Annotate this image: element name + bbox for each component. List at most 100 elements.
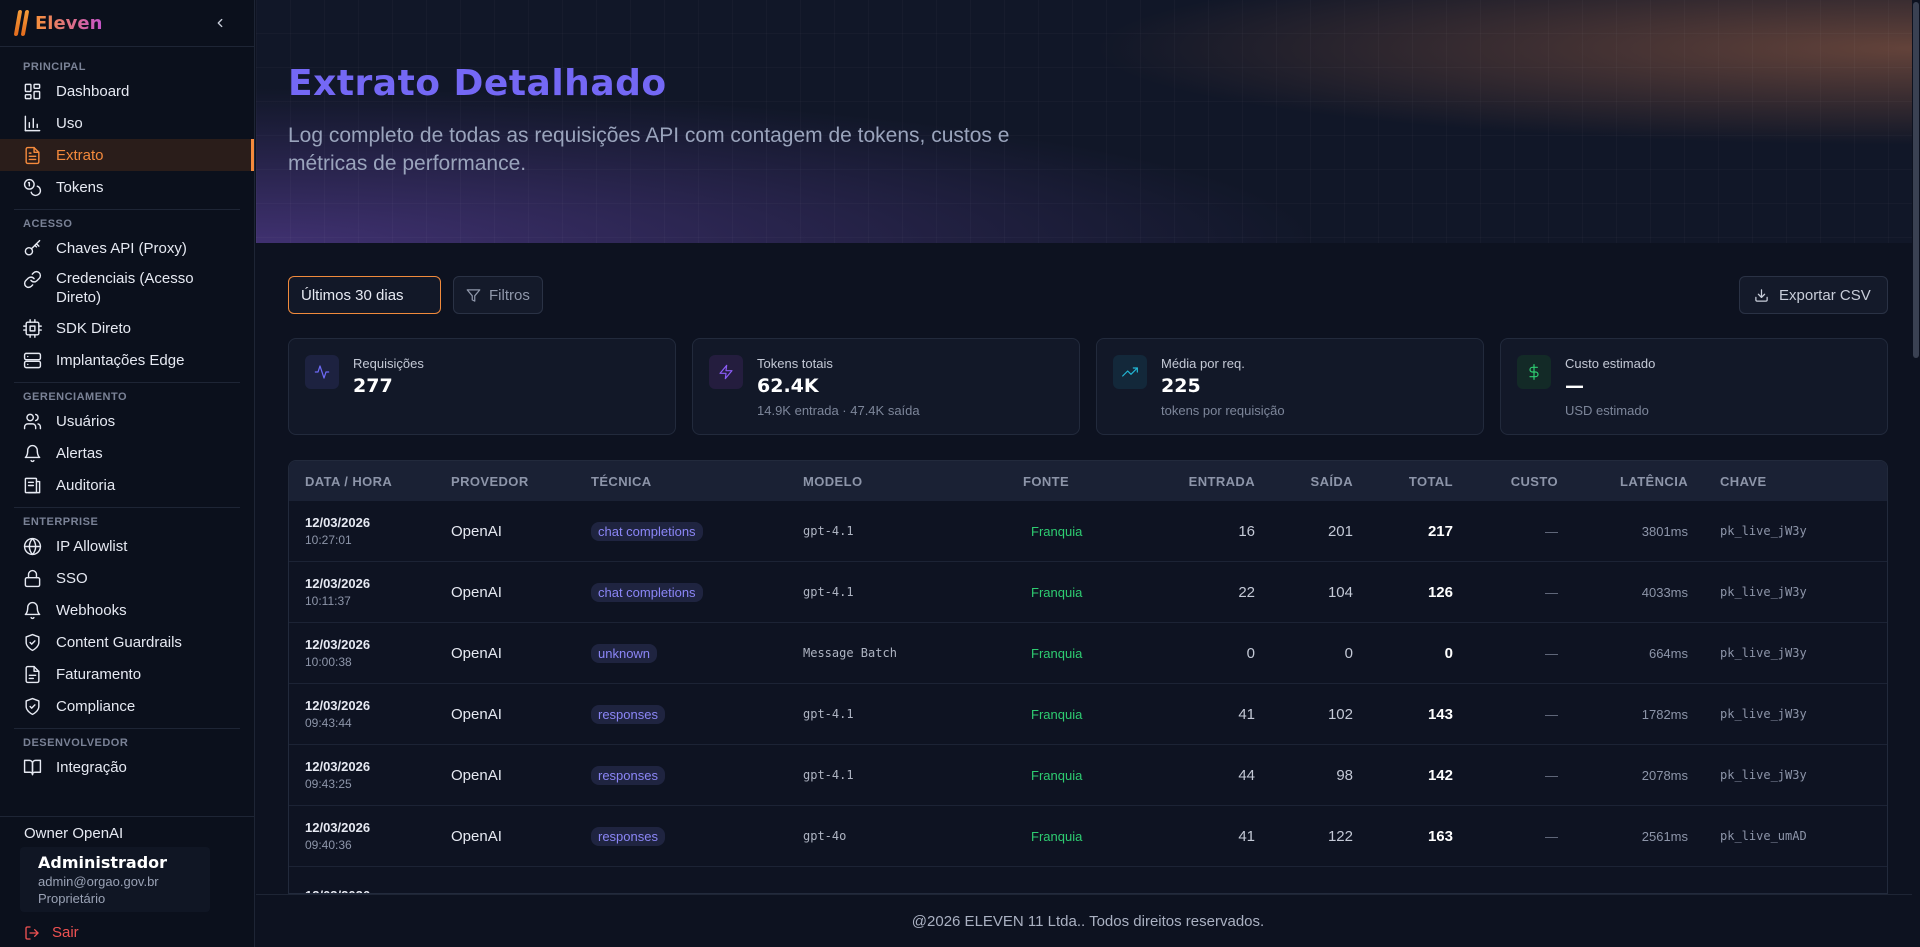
col-cost[interactable]: CUSTO [1453, 474, 1558, 489]
table-row[interactable]: 12/03/2026 10:00:38 OpenAI unknown Message B… [289, 623, 1887, 684]
sidebar-item-label: Tokens [56, 178, 104, 196]
export-csv-button[interactable]: Exportar CSV [1739, 276, 1888, 314]
sidebar-item-sso[interactable]: SSO [0, 562, 254, 594]
bell-icon [22, 600, 42, 620]
cell-key: pk_live_jW3y [1720, 524, 1807, 538]
cell-time: 09:43:25 [305, 777, 352, 791]
cell-cost: — [1545, 584, 1558, 600]
cell-output: 98 [1336, 766, 1353, 784]
sidebar-item-auditoria[interactable]: Auditoria [0, 469, 254, 501]
users-icon [22, 411, 42, 431]
document-icon [22, 145, 42, 165]
sidebar-item-label: Faturamento [56, 665, 142, 683]
download-icon [1754, 288, 1769, 303]
sidebar-item-label: Alertas [56, 444, 103, 462]
sidebar-item-tokens[interactable]: Tokens [0, 171, 254, 203]
col-input[interactable]: ENTRADA [1143, 474, 1255, 489]
sidebar-item-extrato[interactable]: Extrato [0, 139, 254, 171]
col-model[interactable]: MODELO [803, 474, 1023, 489]
cell-latency: 2561ms [1641, 828, 1688, 844]
sidebar-item-dashboard[interactable]: Dashboard [0, 75, 254, 107]
cell-latency: 1782ms [1641, 706, 1688, 722]
table-header: DATA / HORA PROVEDOR TÉCNICA MODELO FONT… [289, 461, 1887, 501]
sidebar-item-compliance[interactable]: Compliance [0, 690, 254, 722]
sidebar-item-label: Dashboard [56, 82, 130, 100]
nav-divider [14, 209, 240, 210]
stat-value: 277 [353, 375, 393, 397]
collapse-sidebar-button[interactable] [210, 13, 230, 33]
cell-input: 16 [1238, 522, 1255, 540]
nav-section-title: ENTERPRISE [23, 516, 99, 528]
activity-icon [305, 355, 339, 389]
sidebar-item-integracao[interactable]: Integração [0, 751, 254, 783]
cell-input: 44 [1238, 766, 1255, 784]
user-email: admin@orgao.gov.br [38, 874, 159, 889]
cell-latency: 2078ms [1641, 767, 1688, 783]
cell-model: gpt-4.1 [803, 768, 854, 782]
cell-cost: — [1545, 645, 1558, 661]
cell-time: 10:27:01 [305, 533, 352, 547]
cell-time: 09:43:44 [305, 716, 352, 730]
table-row[interactable]: 12/03/2026 09:43:44 OpenAI responses gpt-4.1… [289, 684, 1887, 745]
sidebar-item-credenciais-acesso-direto[interactable]: Credenciais (Acesso Direto) [0, 264, 254, 312]
sidebar-item-webhooks[interactable]: Webhooks [0, 594, 254, 626]
page-scrollbar[interactable] [1912, 0, 1920, 947]
table-row[interactable]: 12/03/2026 09:40:36 OpenAI responses gpt-4o F… [289, 806, 1887, 867]
period-select-value: Últimos 30 dias [301, 286, 404, 304]
sidebar-item-alertas[interactable]: Alertas [0, 437, 254, 469]
sidebar-item-label: Credenciais (Acesso Direto) [56, 270, 194, 306]
cell-latency: 664ms [1648, 645, 1688, 661]
stats-cards: Requisições 277 Tokens totais 62.4K 14.9K en… [288, 338, 1888, 435]
col-latency[interactable]: LATÊNCIA [1558, 474, 1688, 489]
col-source[interactable]: FONTE [1023, 474, 1143, 489]
chevron-left-icon [217, 18, 223, 28]
sidebar-item-label: IP Allowlist [56, 537, 128, 555]
bar-chart-icon [22, 113, 42, 133]
sidebar-item-label: Compliance [56, 697, 136, 715]
table-row[interactable]: 12/03/2026 09:43:25 OpenAI responses gpt-4.1… [289, 745, 1887, 806]
filters-button[interactable]: Filtros [453, 276, 543, 314]
sidebar-item-faturamento[interactable]: Faturamento [0, 658, 254, 690]
sidebar-item-chaves-api-proxy[interactable]: Chaves API (Proxy) [0, 232, 254, 264]
stat-label: Custo estimado [1565, 356, 1656, 371]
col-total[interactable]: TOTAL [1353, 474, 1453, 489]
sidebar-item-implantacoes-edge[interactable]: Implantações Edge [0, 344, 254, 376]
cell-latency: 4033ms [1641, 584, 1688, 600]
col-date[interactable]: DATA / HORA [289, 474, 451, 489]
sidebar-item-content-guardrails[interactable]: Content Guardrails [0, 626, 254, 658]
cell-technique: responses [591, 826, 803, 846]
user-card[interactable]: Administrador admin@orgao.gov.br Proprie… [20, 847, 210, 912]
book-icon [22, 757, 42, 777]
sidebar-item-ip-allowlist[interactable]: IP Allowlist [0, 530, 254, 562]
cell-date: 12/03/2026 [305, 637, 371, 652]
stat-card-requisicoes: Requisições 277 [288, 338, 676, 435]
cell-datetime: 12/03/2026 10:11:37 [289, 576, 451, 608]
technique-badge: responses [591, 765, 665, 785]
lock-icon [22, 568, 42, 588]
sidebar-item-sdk-direto[interactable]: SDK Direto [0, 312, 254, 344]
filters-label: Filtros [489, 286, 530, 304]
col-output[interactable]: SAÍDA [1255, 474, 1353, 489]
period-select[interactable]: Últimos 30 dias [288, 276, 441, 314]
col-provider[interactable]: PROVEDOR [451, 474, 591, 489]
scrollbar-thumb[interactable] [1913, 2, 1919, 358]
sidebar-item-uso[interactable]: Uso [0, 107, 254, 139]
cell-input: 41 [1238, 705, 1255, 723]
sidebar-footer: Owner OpenAI Administrador admin@orgao.g… [0, 816, 254, 947]
sidebar: Eleven PRINCIPAL Dashboard Uso Extrato Token… [0, 0, 255, 947]
cell-source: Franquia [1031, 767, 1083, 783]
table-row[interactable]: 12/03/2026 10:11:37 OpenAI chat completions… [289, 562, 1887, 623]
nav-section-title: GERENCIAMENTO [23, 391, 128, 403]
logout-button[interactable]: Sair [24, 924, 79, 941]
cell-total: 163 [1427, 827, 1453, 845]
table-row[interactable]: 12/03/2026 [289, 867, 1887, 893]
cell-cost: — [1545, 706, 1558, 722]
sidebar-item-usuarios[interactable]: Usuários [0, 405, 254, 437]
col-key[interactable]: CHAVE [1688, 474, 1838, 489]
cell-total: 126 [1427, 583, 1453, 601]
cell-key: pk_live_jW3y [1720, 768, 1807, 782]
zap-icon [709, 355, 743, 389]
col-technique[interactable]: TÉCNICA [591, 474, 803, 489]
cell-datetime: 12/03/2026 10:27:01 [289, 515, 451, 547]
table-row[interactable]: 12/03/2026 10:27:01 OpenAI chat completions… [289, 501, 1887, 562]
